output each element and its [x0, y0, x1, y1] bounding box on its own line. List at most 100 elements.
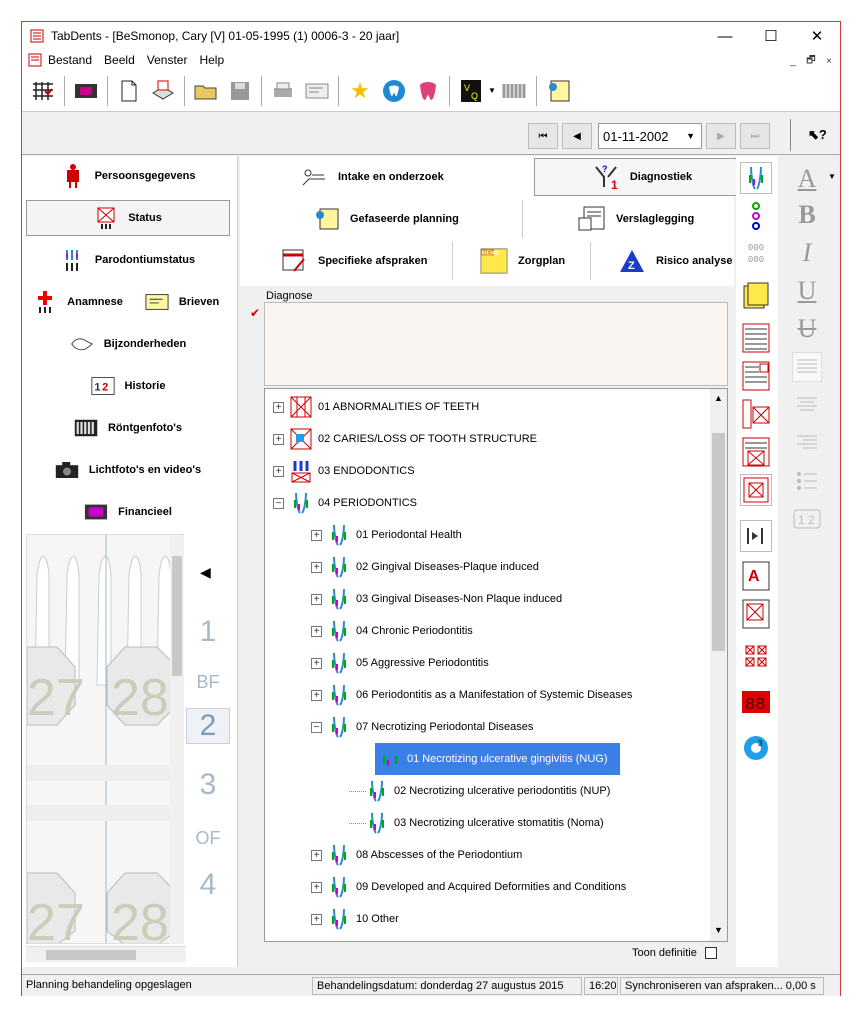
date-select[interactable]: 01-11-2002 ▼ — [598, 123, 702, 149]
save-icon[interactable] — [225, 76, 255, 106]
tab-specifieke-afspraken[interactable]: Specifieke afspraken — [280, 242, 427, 280]
document-icon[interactable] — [28, 53, 42, 67]
page-3[interactable]: 3 — [186, 768, 230, 802]
expand-right-icon[interactable] — [740, 520, 772, 552]
diagnose-textbox[interactable] — [264, 302, 728, 386]
align-left-icon[interactable] — [792, 352, 822, 382]
align-center-icon[interactable] — [792, 390, 822, 420]
expand-icon[interactable]: + — [311, 849, 322, 861]
nav-financieel[interactable]: Financieel — [26, 494, 230, 530]
menu-venster[interactable]: Venster — [141, 53, 194, 67]
print-icon[interactable] — [268, 76, 298, 106]
expand-icon[interactable]: + — [311, 593, 322, 605]
perio-view-icon[interactable] — [740, 162, 772, 194]
page-of[interactable]: OF — [186, 828, 230, 849]
tree-item[interactable]: +03 Gingival Diseases-Non Plaque induced — [311, 583, 562, 615]
mdi-minimize-button[interactable]: _ — [786, 54, 800, 68]
four-squares-icon[interactable] — [740, 640, 772, 672]
cycle-3-icon[interactable]: 3 — [740, 732, 772, 764]
tab-intake[interactable]: Intake en onderzoek — [300, 158, 444, 196]
font-color-button[interactable]: A — [792, 164, 822, 194]
tree-item[interactable]: 02 Necrotizing ulcerative periodontitis … — [349, 775, 610, 807]
tree-item[interactable]: +04 Chronic Periodontitis — [311, 615, 473, 647]
page-1[interactable]: 1 — [186, 615, 230, 649]
underline-button[interactable]: U — [792, 276, 822, 306]
tab-gefaseerde-planning[interactable]: Gefaseerde planning — [312, 200, 459, 238]
tree-item[interactable]: +01 ABNORMALITIES OF TEETH — [273, 391, 479, 423]
context-help-button[interactable]: ⬉? — [808, 127, 827, 143]
tree-vertical-scrollbar[interactable]: ▲ ▼ — [710, 389, 727, 941]
menu-help[interactable]: Help — [193, 53, 230, 67]
expand-icon[interactable]: + — [311, 561, 322, 573]
expand-icon[interactable]: + — [273, 465, 284, 477]
mdi-restore-button[interactable]: 🗗 — [804, 54, 818, 68]
scanner-icon[interactable] — [148, 76, 178, 106]
page-2[interactable]: 2 — [186, 708, 230, 744]
page-4[interactable]: 4 — [186, 868, 230, 902]
numbers-icon[interactable]: 000 000 — [740, 238, 772, 270]
maximize-button[interactable]: ☐ — [748, 22, 794, 50]
tooth-cross-icon[interactable] — [740, 474, 772, 506]
tooth-pink-icon[interactable] — [413, 76, 443, 106]
dropdown-arrow-icon[interactable]: ▼ — [488, 86, 498, 95]
teeth-row-icon[interactable] — [500, 76, 530, 106]
expand-icon[interactable]: + — [311, 529, 322, 541]
expand-icon[interactable]: + — [311, 657, 322, 669]
tab-verslaglegging[interactable]: Verslaglegging — [578, 200, 694, 238]
toon-definitie-checkbox[interactable] — [704, 947, 717, 959]
chart-horizontal-scrollbar[interactable] — [26, 946, 186, 962]
italic-button[interactable]: I — [792, 238, 822, 268]
menu-bestand[interactable]: Bestand — [42, 53, 98, 67]
expand-icon[interactable]: + — [311, 625, 322, 637]
tree-item[interactable]: +02 Gingival Diseases-Plaque induced — [311, 551, 539, 583]
tree-item[interactable]: +06 Periodontitis as a Manifestation of … — [311, 679, 632, 711]
nav-parodontiumstatus[interactable]: Parodontiumstatus — [26, 242, 230, 278]
tab-diagnostiek[interactable]: ? 1 Diagnostiek — [534, 158, 750, 196]
mdi-close-button[interactable]: × — [822, 54, 836, 68]
tree-item[interactable]: +10 Other — [311, 903, 399, 935]
menu-beeld[interactable]: Beeld — [98, 53, 141, 67]
previous-record-button[interactable]: ◀ — [562, 123, 592, 149]
strikethrough-button[interactable]: U — [792, 314, 822, 344]
expand-icon[interactable]: + — [273, 401, 284, 413]
arrow-left-icon[interactable]: ◀ — [200, 564, 211, 581]
scroll-up-icon[interactable]: ▲ — [714, 393, 723, 403]
tree-item[interactable]: − 07 Necrotizing Periodontal Diseases — [311, 711, 533, 743]
nav-status[interactable]: Status — [26, 200, 230, 236]
bold-button[interactable]: B — [792, 200, 822, 230]
chart-vertical-scrollbar[interactable] — [170, 536, 184, 944]
diagnosis-tree[interactable]: +01 ABNORMALITIES OF TEETH +02 CARIES/LOS… — [264, 388, 728, 942]
text-style-icon[interactable]: A — [740, 560, 772, 592]
tree-item[interactable]: +01 Periodontal Health — [311, 519, 462, 551]
close-button[interactable]: ✕ — [794, 22, 840, 50]
tree-item[interactable]: 01 Necrotizing ulcerative gingivitis (NU… — [375, 743, 620, 775]
memo-stack-icon[interactable] — [740, 280, 772, 312]
expand-icon[interactable]: + — [273, 433, 284, 445]
first-record-button[interactable]: ⏮ — [528, 123, 558, 149]
collapse-icon[interactable]: − — [273, 497, 284, 509]
split-view-icon[interactable] — [740, 398, 772, 430]
tree-item[interactable]: +02 CARIES/LOSS OF TOOTH STRUCTURE — [273, 423, 537, 455]
dental-chart-preview[interactable]: 27 28 27 28 — [26, 534, 184, 944]
planning-icon[interactable] — [543, 76, 573, 106]
tree-item[interactable]: +08 Abscesses of the Periodontium — [311, 839, 522, 871]
numbered-list-icon[interactable]: 12 — [792, 504, 822, 534]
chart-icon[interactable] — [28, 76, 58, 106]
star-icon[interactable]: ★ — [345, 76, 375, 106]
film-icon[interactable] — [71, 76, 101, 106]
tab-zorgplan[interactable]: MEMO Zorgplan — [480, 242, 565, 280]
collapse-icon[interactable]: − — [311, 721, 322, 733]
last-record-button[interactable]: ⏭ — [740, 123, 770, 149]
dots-icon[interactable] — [740, 200, 772, 232]
tree-item[interactable]: +03 ENDODONTICS — [273, 455, 415, 487]
nav-anamnese[interactable]: Anamnese — [26, 284, 130, 320]
toon-definitie-option[interactable]: Toon definitie — [632, 947, 717, 959]
scroll-down-icon[interactable]: ▼ — [714, 925, 723, 935]
new-document-icon[interactable] — [114, 76, 144, 106]
tab-risico-analyse[interactable]: Z Risico analyse — [618, 242, 732, 280]
nav-lichtfotos[interactable]: Lichtfoto's en video's — [26, 452, 230, 488]
tooth-blue-icon[interactable] — [379, 76, 409, 106]
tree-item[interactable]: − 04 PERIODONTICS — [273, 487, 417, 519]
nav-rontgenfotos[interactable]: Röntgenfoto's — [26, 410, 230, 446]
grid-view-icon[interactable] — [740, 436, 772, 468]
